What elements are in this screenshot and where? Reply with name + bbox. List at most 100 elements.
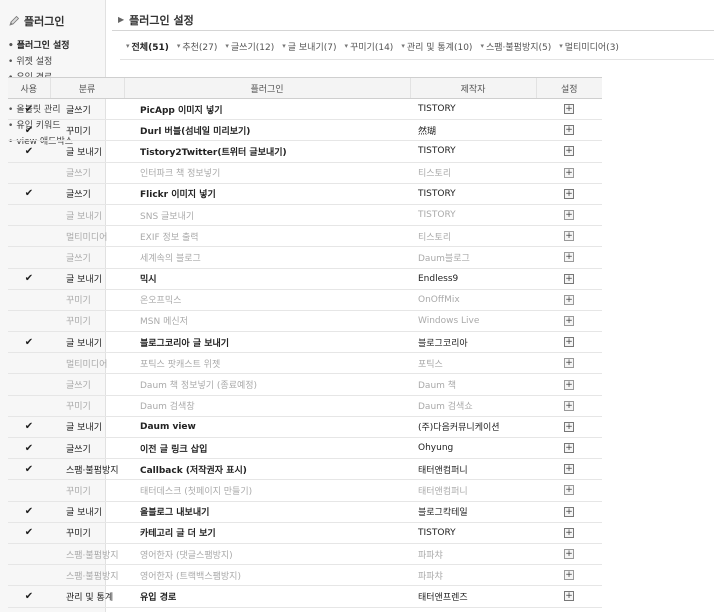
filter-tab-label: 추천(27) xyxy=(182,42,218,53)
use-cell[interactable]: ✔ xyxy=(8,268,50,290)
table-row: 꾸미기 온오프믹스 OnOffMix + xyxy=(8,289,602,311)
setting-cell: + xyxy=(536,564,602,587)
plus-box-icon[interactable]: + xyxy=(564,443,574,454)
use-cell[interactable]: ✔ xyxy=(8,183,50,205)
use-cell[interactable]: ✔ xyxy=(8,458,50,481)
setting-cell: + xyxy=(536,331,602,354)
checkmark-icon: ✔ xyxy=(24,124,34,136)
filter-tab-label: 스팸·불펌방지(5) xyxy=(485,42,552,53)
use-cell[interactable] xyxy=(8,246,50,269)
plus-box-icon[interactable]: + xyxy=(564,315,574,326)
use-cell[interactable]: ✔ xyxy=(8,585,50,608)
plus-box-icon[interactable]: + xyxy=(564,379,574,390)
maker-cell: Ohyung xyxy=(410,437,536,460)
plus-box-icon[interactable]: + xyxy=(564,167,574,178)
main-content: ▶ 플러그인 설정 ▾ 전체(51) ▾ 추천(27) ▾ 글쓰기(12) ▾ 글 보내기(7… xyxy=(112,0,714,60)
setting-cell: + xyxy=(536,543,602,566)
use-cell[interactable]: ✔ xyxy=(8,98,50,121)
caret-down-icon: ▾ xyxy=(282,42,286,50)
filter-tab-label: 글 보내기(7) xyxy=(287,42,337,53)
maker-cell: Endless9 xyxy=(410,268,536,290)
sidebar-item[interactable]: • 플러그인 설정 xyxy=(8,38,105,54)
use-cell[interactable] xyxy=(8,289,50,311)
filter-tab[interactable]: ▾ 전체(51) xyxy=(126,40,169,53)
category-cell: 글 보내기 xyxy=(50,140,124,163)
use-cell[interactable] xyxy=(8,479,50,502)
setting-cell: + xyxy=(536,140,602,163)
use-cell[interactable] xyxy=(8,352,50,375)
use-cell[interactable] xyxy=(8,204,50,227)
maker-cell: TISTORY xyxy=(410,522,536,544)
use-cell[interactable]: ✔ xyxy=(8,501,50,523)
plugin-name-cell: 포틱스 팟캐스트 위젯 xyxy=(124,352,410,375)
plugin-name-cell: 올블로그 내보내기 xyxy=(124,501,410,523)
use-cell[interactable] xyxy=(8,310,50,333)
filter-tab[interactable]: ▾ 관리 및 통계(10) xyxy=(401,40,472,53)
plus-box-icon[interactable]: + xyxy=(564,294,574,305)
maker-cell: 然瑚 xyxy=(410,119,536,142)
plus-box-icon[interactable]: + xyxy=(564,421,574,432)
plus-box-icon[interactable]: + xyxy=(564,125,574,136)
maker-cell: Daum 검색쇼 xyxy=(410,395,536,417)
maker-cell: 태터앤컴퍼니 xyxy=(410,479,536,502)
table-row: ✔ 글 보내기 올블로그 내보내기 블로그칵테일 + xyxy=(8,501,602,523)
table-row: 멀티미디어 EXIF 정보 출력 티스토리 + xyxy=(8,225,602,248)
use-cell[interactable] xyxy=(8,564,50,587)
filter-tab[interactable]: ▾ 스팸·불펌방지(5) xyxy=(480,40,551,53)
table-row: 꾸미기 태터데스크 (첫페이지 만들기) 태터앤컴퍼니 + xyxy=(8,479,602,502)
category-cell: 글쓰기 xyxy=(50,183,124,205)
use-cell[interactable] xyxy=(8,373,50,396)
filter-tab[interactable]: ▾ 멀티미디어(3) xyxy=(559,40,619,53)
plus-box-icon[interactable]: + xyxy=(564,527,574,538)
plus-box-icon[interactable]: + xyxy=(564,358,574,369)
maker-cell: 파파챠 xyxy=(410,564,536,587)
filter-tab[interactable]: ▾ 글 보내기(7) xyxy=(282,40,336,53)
plus-box-icon[interactable]: + xyxy=(564,337,574,348)
checkmark-icon: ✔ xyxy=(24,506,34,518)
maker-cell: OnOffMix xyxy=(410,289,536,311)
plus-box-icon[interactable]: + xyxy=(564,485,574,496)
filter-tab[interactable]: ▾ 추천(27) xyxy=(177,40,218,53)
use-cell[interactable] xyxy=(8,395,50,417)
col-header-maker: 제작자 xyxy=(409,77,536,99)
use-cell[interactable]: ✔ xyxy=(8,437,50,460)
plus-box-icon[interactable]: + xyxy=(564,146,574,157)
filter-tab-label: 글쓰기(12) xyxy=(230,42,275,53)
plus-box-icon[interactable]: + xyxy=(564,506,574,517)
plus-box-icon[interactable]: + xyxy=(564,400,574,411)
plugin-name-cell: 유입 경로 xyxy=(124,585,410,608)
plus-box-icon[interactable]: + xyxy=(564,591,574,602)
use-cell[interactable] xyxy=(8,543,50,566)
use-cell[interactable] xyxy=(8,162,50,184)
filter-tab-label: 전체(51) xyxy=(131,42,169,53)
use-cell[interactable]: ✔ xyxy=(8,416,50,439)
use-cell[interactable]: ✔ xyxy=(8,140,50,163)
setting-cell: + xyxy=(536,416,602,439)
title-arrow-icon: ▶ xyxy=(118,15,125,24)
checkmark-icon: ✔ xyxy=(24,188,34,200)
plugin-name-cell: Daum 검색창 xyxy=(124,395,410,417)
bullet-icon: • xyxy=(8,41,14,51)
plus-box-icon[interactable]: + xyxy=(564,570,574,581)
plus-box-icon[interactable]: + xyxy=(564,210,574,221)
plus-box-icon[interactable]: + xyxy=(564,273,574,284)
filter-tab[interactable]: ▾ 글쓰기(12) xyxy=(225,40,274,53)
use-cell[interactable]: ✔ xyxy=(8,331,50,354)
use-cell[interactable] xyxy=(8,225,50,248)
category-filter-bar: ▾ 전체(51) ▾ 추천(27) ▾ 글쓰기(12) ▾ 글 보내기(7) ▾ 꾸미기(14) ▾… xyxy=(112,37,714,55)
table-row: ✔ 글 보내기 블로그코리아 글 보내기 블로그코리아 + xyxy=(8,331,602,354)
sidebar-item[interactable]: • 위젯 설정 xyxy=(8,54,105,70)
maker-cell: TISTORY xyxy=(410,204,536,227)
plus-box-icon[interactable]: + xyxy=(564,549,574,560)
plus-box-icon[interactable]: + xyxy=(564,231,574,242)
plus-box-icon[interactable]: + xyxy=(564,188,574,199)
plus-box-icon[interactable]: + xyxy=(564,252,574,263)
use-cell[interactable]: ✔ xyxy=(8,522,50,544)
category-cell: 관리 및 통계 xyxy=(50,585,124,608)
filter-tab[interactable]: ▾ 꾸미기(14) xyxy=(344,40,393,53)
use-cell[interactable]: ✔ xyxy=(8,119,50,142)
plus-box-icon[interactable]: + xyxy=(564,464,574,475)
category-cell: 꾸미기 xyxy=(50,479,124,502)
category-cell: 꾸미기 xyxy=(50,395,124,417)
plus-box-icon[interactable]: + xyxy=(564,104,574,115)
